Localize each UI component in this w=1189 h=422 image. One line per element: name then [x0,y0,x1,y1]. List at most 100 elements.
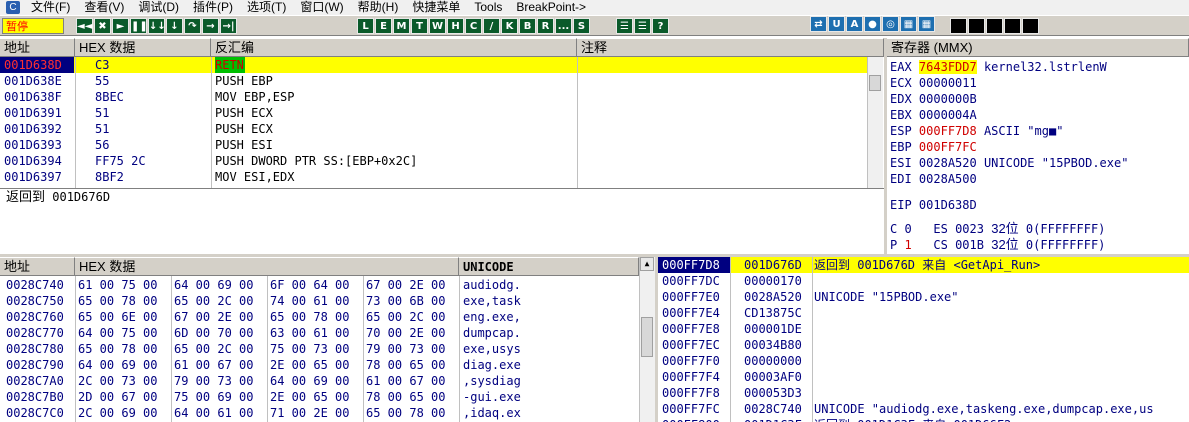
register-row[interactable]: EDX 0000000B [890,91,984,107]
stack-value[interactable]: CD13875C [734,305,812,321]
window-button-icon[interactable]: H [447,18,464,34]
dump-hex-group[interactable]: 65 00 2C 00 [174,341,266,357]
dump-hex-group[interactable]: 61 00 67 00 [366,373,458,389]
dump-hex-group[interactable]: 64 00 69 00 [78,357,170,373]
dump-hex-group[interactable]: 2D 00 67 00 [78,389,170,405]
window-button-icon[interactable]: R [537,18,554,34]
tool-button-icon[interactable]: ▦ [918,16,935,32]
dump-row[interactable]: 0028C750 65 00 78 00 65 00 2C 00 74 00 61 0… [0,293,639,309]
column-header-comment[interactable]: 注释 [577,38,884,57]
stack-pane[interactable]: 000FF7D8 001D676D 返回到 001D676D 来自 <GetApi_… [658,257,1189,422]
menu-debug[interactable]: 调试(D) [131,0,186,15]
stack-row[interactable]: 000FF7DC 00000170 [658,273,1189,289]
color-swatch-icon[interactable] [986,18,1003,34]
debug-control-icon[interactable]: → [202,18,219,34]
registers-pane[interactable]: 寄存器 (MMX) EAX 7643FDD7 kernel32.lstrlenW… [887,38,1189,254]
stack-row[interactable]: 000FF7FC 0028C740 UNICODE "audiodg.exe,tas… [658,401,1189,417]
dump-row[interactable]: 0028C770 64 00 75 00 6D 00 70 00 63 00 61 0… [0,325,639,341]
window-button-icon[interactable]: L [357,18,374,34]
menu-breakpoint[interactable]: BreakPoint-> [509,0,593,15]
tool-button-icon[interactable]: ◎ [882,16,899,32]
debug-control-icon[interactable]: ❚❚ [130,18,148,34]
stack-value[interactable]: 0028A520 [734,289,812,305]
flag-value[interactable]: 1 [904,238,911,252]
register-row[interactable]: ECX 00000011 [890,75,984,91]
flag-row[interactable]: P 1 CS 001B 32位 0(FFFFFFFF) [890,237,1105,253]
dump-hex-group[interactable]: 64 00 69 00 [174,277,266,293]
dump-hex-group[interactable]: 6F 00 64 00 [270,277,362,293]
list-button-icon[interactable]: ☰ [634,18,651,34]
stack-row[interactable]: 000FF7E0 0028A520 UNICODE "15PBOD.exe" [658,289,1189,305]
register-row[interactable]: ESI 0028A520 UNICODE "15PBOD.exe" [890,155,1128,171]
register-row[interactable]: EBP 000FF7FC [890,139,984,155]
dump-header-unicode[interactable]: UNICODE [459,257,639,276]
dump-hex-group[interactable]: 78 00 65 00 [366,357,458,373]
stack-value[interactable]: 00000000 [734,353,812,369]
dump-hex-group[interactable]: 67 00 2E 00 [174,309,266,325]
dump-row[interactable]: 0028C7C0 2C 00 69 00 64 00 61 00 71 00 2E 0… [0,405,639,421]
dump-hex-group[interactable]: 74 00 61 00 [270,293,362,309]
register-row[interactable]: EDI 0028A500 [890,171,984,187]
register-value[interactable]: 0028A500 [919,172,977,186]
dump-hex-group[interactable]: 6D 00 70 00 [174,325,266,341]
scroll-thumb[interactable] [869,75,881,91]
menu-window[interactable]: 窗口(W) [293,0,350,15]
dump-header-address[interactable]: 地址 [0,257,75,276]
flag-row[interactable]: C 0 ES 0023 32位 0(FFFFFFFF) [890,221,1105,237]
stack-value[interactable]: 000053D3 [734,385,812,401]
dump-hex-group[interactable]: 64 00 75 00 [78,325,170,341]
registers-header[interactable]: 寄存器 (MMX) [887,38,1189,57]
menu-file[interactable]: 文件(F) [24,0,77,15]
disasm-scrollbar[interactable] [867,57,883,188]
dump-hex-group[interactable]: 2C 00 69 00 [78,405,170,421]
register-value[interactable]: 00000011 [919,76,977,90]
dump-row[interactable]: 0028C760 65 00 6E 00 67 00 2E 00 65 00 78 0… [0,309,639,325]
dump-row[interactable]: 0028C7A0 2C 00 73 00 79 00 73 00 64 00 69 0… [0,373,639,389]
color-swatch-icon[interactable] [1004,18,1021,34]
register-value[interactable]: 001D638D [919,198,977,212]
dump-row[interactable]: 0028C7B0 2D 00 67 00 75 00 69 00 2E 00 65 0… [0,389,639,405]
dump-hex-group[interactable]: 67 00 2E 00 [366,277,458,293]
stack-row[interactable]: 000FF7E8 000001DE [658,321,1189,337]
dump-hex-group[interactable]: 64 00 61 00 [174,405,266,421]
dump-hex-group[interactable]: 78 00 65 00 [366,389,458,405]
disassembly-pane[interactable]: 地址 HEX 数据 反汇编 注释 001D638D C3 RETN 001D638E 5… [0,38,884,188]
scroll-thumb[interactable] [641,317,653,357]
disasm-row[interactable]: 001D6393 56 PUSH ESI [0,137,867,153]
dump-hex-group[interactable]: 65 00 78 00 [366,405,458,421]
dump-header-hex[interactable]: HEX 数据 [75,257,459,276]
dump-row[interactable]: 0028C780 65 00 78 00 65 00 2C 00 75 00 73 0… [0,341,639,357]
debug-control-icon[interactable]: ► [112,18,129,34]
color-swatch-icon[interactable] [1022,18,1039,34]
disasm-row[interactable]: 001D638D C3 RETN [0,57,867,73]
stack-row[interactable]: 000FF7D8 001D676D 返回到 001D676D 来自 <GetApi_… [658,257,1189,273]
window-button-icon[interactable]: S [573,18,590,34]
stack-row[interactable]: 000FF7F8 000053D3 [658,385,1189,401]
dump-hex-group[interactable]: 65 00 2C 00 [174,293,266,309]
dump-hex-group[interactable]: 63 00 61 00 [270,325,362,341]
stack-value[interactable]: 00034B80 [734,337,812,353]
column-header-address[interactable]: 地址 [0,38,75,57]
stack-row[interactable]: 000FF7E4 CD13875C [658,305,1189,321]
color-swatch-icon[interactable] [950,18,967,34]
window-button-icon[interactable]: M [393,18,410,34]
window-button-icon[interactable]: T [411,18,428,34]
window-button-icon[interactable]: ... [555,18,572,34]
menu-options[interactable]: 选项(T) [240,0,293,15]
dump-hex-group[interactable]: 75 00 69 00 [174,389,266,405]
debug-control-icon[interactable]: →| [220,18,237,34]
stack-value[interactable]: 001D676D [734,257,812,273]
window-button-icon[interactable]: C [465,18,482,34]
dump-hex-group[interactable]: 65 00 2C 00 [366,309,458,325]
flag-value[interactable]: 0 [904,222,911,236]
window-button-icon[interactable]: / [483,18,500,34]
register-row[interactable]: ESP 000FF7D8 ASCII "mg■" [890,123,1063,139]
register-value[interactable]: 0000000B [919,92,977,106]
stack-value[interactable]: 00000170 [734,273,812,289]
tool-button-icon[interactable]: ▦ [900,16,917,32]
dump-hex-group[interactable]: 70 00 2E 00 [366,325,458,341]
window-button-icon[interactable]: E [375,18,392,34]
debug-control-icon[interactable]: ✖ [94,18,111,34]
dump-hex-group[interactable]: 71 00 2E 00 [270,405,362,421]
disasm-row[interactable]: 001D6394 FF75 2C PUSH DWORD PTR SS:[EBP+0x… [0,153,867,169]
